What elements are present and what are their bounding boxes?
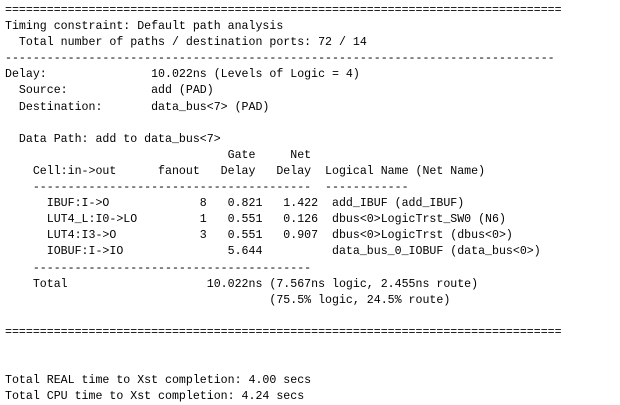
source-line: Source: add (PAD) <box>5 84 214 98</box>
table-rule: ---------------------------------------- <box>5 261 312 275</box>
table-row: IBUF:I->O 8 0.821 1.422 add_IBUF (add_IB… <box>5 197 465 211</box>
delay-line: Delay: 10.022ns (Levels of Logic = 4) <box>5 68 360 82</box>
destination-line: Destination: data_bus<7> (PAD) <box>5 100 270 114</box>
double-rule-top: ========================================… <box>5 4 562 17</box>
total-delay-line: Total 10.022ns (7.567ns logic, 2.455ns r… <box>5 277 479 291</box>
total-percent-line: (75.5% logic, 24.5% route) <box>5 293 451 307</box>
table-row: LUT4_L:I0->LO 1 0.551 0.126 dbus<0>Logic… <box>5 213 506 227</box>
table-row: IOBUF:I->IO 5.644 data_bus_0_IOBUF (data… <box>5 245 541 259</box>
timing-report: ========================================… <box>5 3 562 405</box>
table-header-gate-net: Gate Net <box>5 148 312 162</box>
cpu-time-line: Total CPU time to Xst completion: 4.24 s… <box>5 390 305 404</box>
timing-constraint-title: Timing constraint: Default path analysis <box>5 20 284 34</box>
real-time-line: Total REAL time to Xst completion: 4.00 … <box>5 374 312 388</box>
table-header-columns: Cell:in->out fanout Delay Delay Logical … <box>5 164 486 178</box>
dash-rule: ----------------------------------------… <box>5 52 555 66</box>
table-header-rule: ----------------------------------------… <box>5 181 409 195</box>
data-path-line: Data Path: add to data_bus<7> <box>5 132 221 146</box>
table-row: LUT4:I3->O 3 0.551 0.907 dbus<0>LogicTrs… <box>5 229 513 243</box>
double-rule-bottom: ========================================… <box>5 325 562 339</box>
total-paths-line: Total number of paths / destination port… <box>5 36 367 50</box>
